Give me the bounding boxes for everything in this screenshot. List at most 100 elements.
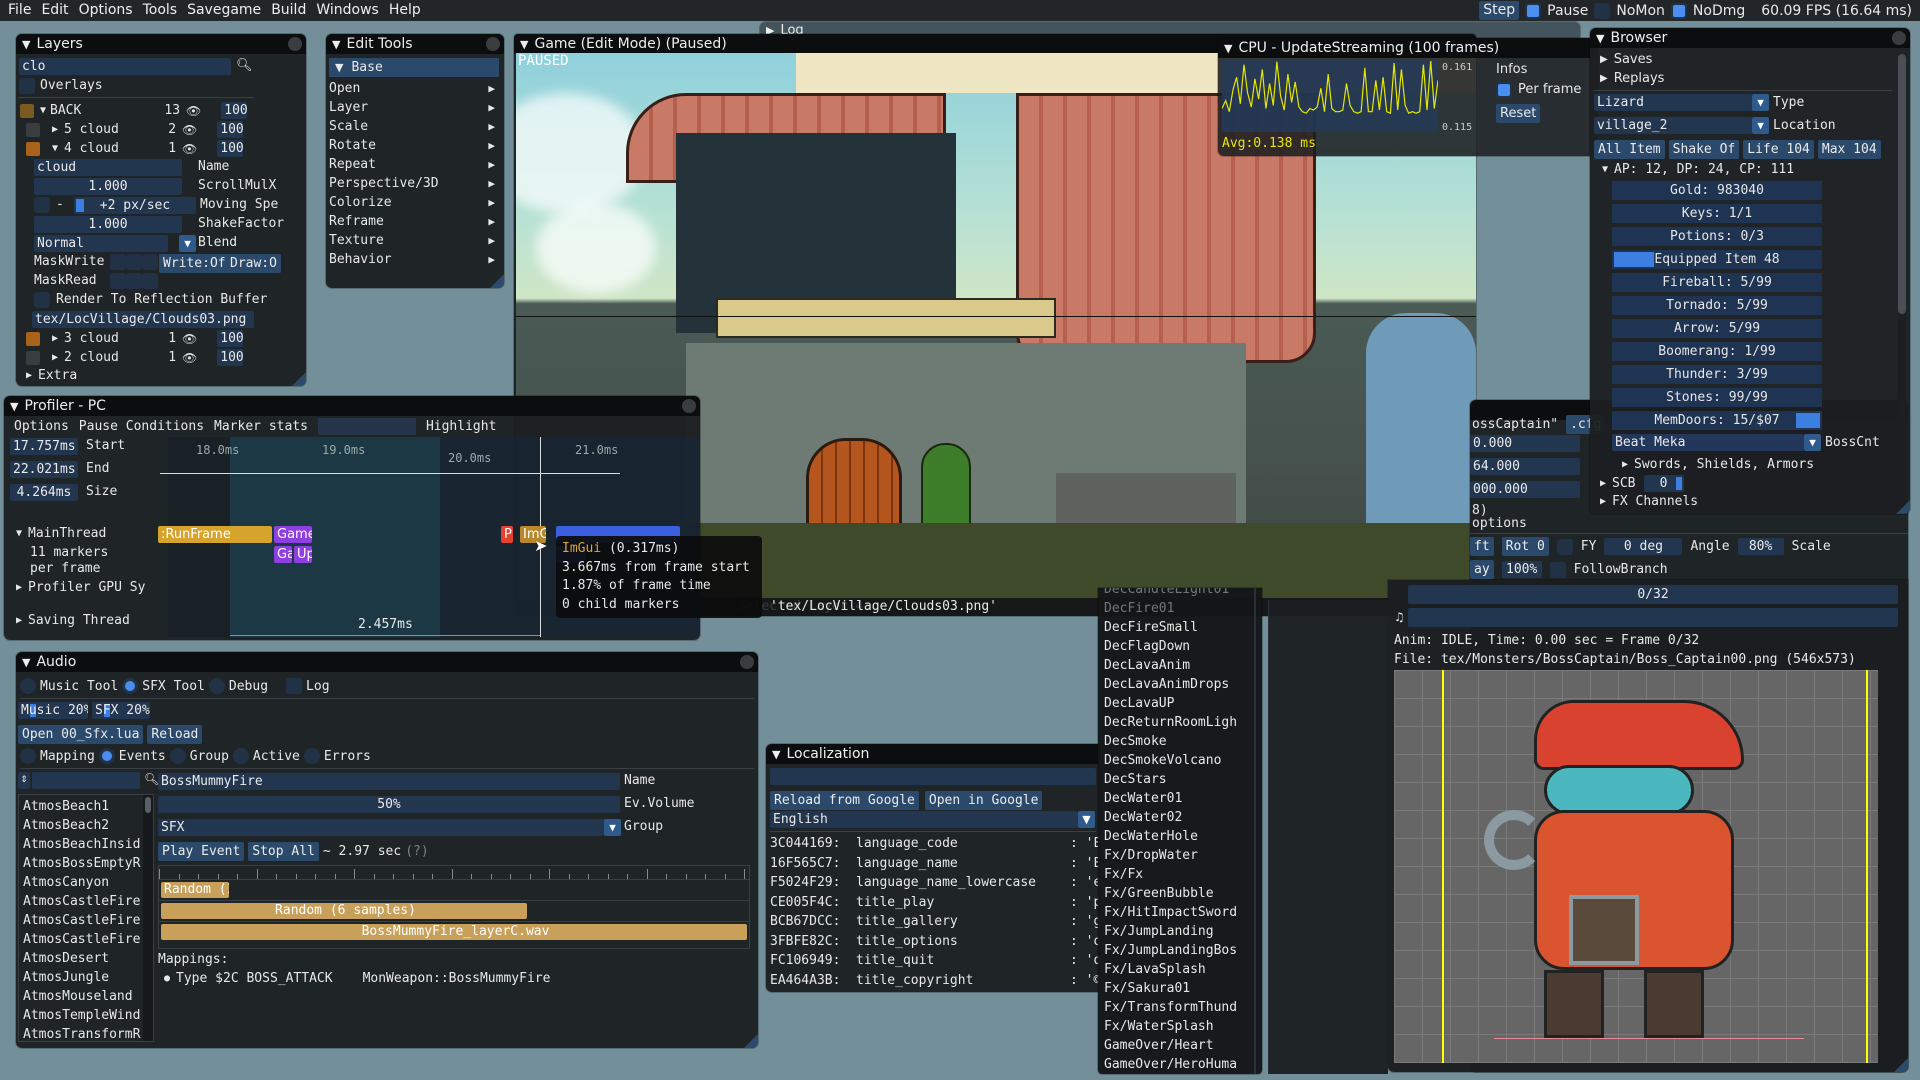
group-dropdown-arrow[interactable]: ▼ — [604, 819, 621, 836]
localization-row[interactable]: 3C044169: language_code: 'E — [770, 834, 1100, 854]
menu-build[interactable]: Build — [266, 0, 311, 21]
close-icon[interactable] — [288, 37, 302, 51]
maskwrite-checkbox-2[interactable] — [126, 254, 142, 270]
close-icon[interactable] — [682, 399, 696, 413]
play-event-button[interactable]: Play Event — [158, 842, 245, 861]
slider-grab[interactable] — [1614, 252, 1654, 267]
type-select[interactable]: Lizard — [1594, 94, 1752, 111]
angle-field[interactable]: 0 deg — [1604, 538, 1683, 555]
resize-grip[interactable] — [744, 1034, 758, 1048]
sfx-tool-radio[interactable] — [122, 678, 139, 694]
type-dropdown-arrow[interactable]: ▼ — [1752, 94, 1769, 111]
moving-speed-field[interactable]: +2 px/sec — [74, 197, 196, 214]
location-select[interactable]: village_2 — [1594, 117, 1752, 134]
fx-channels-node[interactable]: ▶ FX Channels — [1600, 494, 1698, 509]
step-button[interactable]: Step — [1479, 1, 1520, 20]
layer-color-swatch[interactable] — [26, 350, 40, 365]
location-dropdown-arrow[interactable]: ▼ — [1752, 117, 1769, 134]
localization-row[interactable]: F5024F29: language_name_lowercase: 'e — [770, 873, 1100, 893]
event-list-item[interactable]: AtmosTransformRoom — [23, 1025, 141, 1041]
resize-grip[interactable] — [292, 372, 306, 386]
event-list-item[interactable]: AtmosMouseland — [23, 987, 141, 1006]
close-icon[interactable] — [1892, 31, 1906, 45]
sfx-volume-slider[interactable]: SFX 20% — [92, 702, 150, 719]
options-header[interactable]: options — [1472, 516, 1527, 531]
decor-list-item[interactable]: Fx/HitImpactSword — [1104, 903, 1254, 922]
follow-branch-checkbox[interactable] — [1549, 561, 1566, 578]
decor-list-item[interactable]: Fx/Sakura01 — [1104, 979, 1254, 998]
event-list-item[interactable]: AtmosCastleFireOutside — [23, 930, 141, 949]
marker-runframe[interactable]: :RunFrame — [158, 526, 272, 543]
decor-list-item[interactable]: Fx/TransformThund — [1104, 998, 1254, 1017]
frame-slider[interactable]: 0/32 — [1408, 585, 1898, 604]
keys-slider[interactable]: Keys: 1/1 — [1612, 204, 1822, 223]
eye-icon[interactable]: 👁 — [182, 332, 197, 346]
localization-row[interactable]: 3FBFE82C: title_options: 'o — [770, 932, 1100, 952]
localization-row[interactable]: BCB67DCC: title_gallery: 'g — [770, 912, 1100, 932]
timeline-bar-layer-wav[interactable]: BossMummyFire_layerC.wav — [161, 924, 747, 940]
decor-list-item[interactable]: DecStars — [1104, 770, 1254, 789]
layer-row-3-cloud[interactable]: ▶ 3 cloud 1 👁 100 — [26, 330, 244, 347]
event-list-item[interactable]: AtmosCastleFireInside — [23, 892, 141, 911]
main-thread-node[interactable]: ▼ MainThread — [16, 526, 106, 541]
audio-title-bar[interactable]: ▼ Audio — [16, 652, 758, 672]
debug-radio[interactable] — [208, 678, 225, 694]
decor-list-item[interactable]: GameOver/HeroHuma — [1104, 1055, 1254, 1074]
maskwrite-checkbox-1[interactable] — [110, 254, 126, 270]
mapping-radio[interactable] — [20, 748, 36, 764]
localization-row[interactable]: 16F565C7: language_name: 'E — [770, 854, 1100, 874]
play-button[interactable]: ay — [1470, 560, 1494, 579]
marker-gameupdate[interactable]: GameU — [274, 526, 312, 543]
layer-search-input[interactable]: clo — [19, 58, 231, 75]
pause-checkbox[interactable] — [1525, 2, 1542, 19]
event-name-input[interactable]: BossMummyFire — [158, 773, 620, 790]
localization-title-bar[interactable]: ▼ Localization — [766, 744, 1100, 764]
close-icon[interactable] — [740, 655, 754, 669]
layer-opacity-field[interactable]: 100 — [217, 121, 244, 138]
group-select[interactable]: SFX — [158, 819, 604, 836]
group-radio[interactable] — [169, 748, 186, 764]
eye-icon[interactable]: 👁 — [182, 123, 197, 137]
event-timeline[interactable]: Random (1 Random (6 samples) BossMummyFi… — [158, 865, 750, 949]
decor-list-item[interactable]: DecFlagDown — [1104, 637, 1254, 656]
errors-radio[interactable] — [303, 748, 320, 764]
layer-color-swatch[interactable] — [26, 122, 40, 137]
close-icon[interactable] — [486, 37, 500, 51]
boss-select[interactable]: Beat Meka — [1612, 434, 1804, 451]
edit-tools-item[interactable]: Texture ▶ — [329, 231, 499, 250]
search-icon[interactable]: 🔍︎ — [236, 58, 253, 73]
layer-opacity-field[interactable]: 100 — [217, 140, 244, 157]
event-list-item[interactable]: AtmosTempleWind — [23, 1006, 141, 1025]
decor-list-item[interactable]: Fx/JumpLandingBos — [1104, 941, 1254, 960]
timeline-bar-random-1[interactable]: Random (1 — [161, 882, 229, 898]
active-radio[interactable] — [232, 748, 249, 764]
decor-list-item[interactable]: DecLavaAnimDrops — [1104, 675, 1254, 694]
rot-button[interactable]: Rot 0 — [1501, 537, 1549, 556]
menu-help[interactable]: Help — [384, 0, 426, 21]
maskread-checkbox-1[interactable] — [110, 273, 126, 289]
layers-title-bar[interactable]: ▼ Layers — [16, 34, 306, 54]
layer-row-back[interactable]: ▼ BACK 13 👁 100 — [20, 102, 248, 119]
scb-slider[interactable]: 0 — [1643, 475, 1684, 492]
texture-path-field[interactable]: tex/LocVillage/Clouds03.png — [32, 311, 254, 328]
thunder-slider[interactable]: Thunder: 3/99 — [1612, 365, 1822, 384]
nomon-checkbox[interactable] — [1594, 2, 1611, 19]
reload-button[interactable]: Reload — [147, 725, 203, 744]
reload-from-google-button[interactable]: Reload from Google — [770, 791, 919, 810]
eye-icon[interactable]: 👁 — [182, 351, 197, 365]
localization-row[interactable]: FC106949: title_quit: 'q — [770, 951, 1100, 971]
menu-windows[interactable]: Windows — [311, 0, 384, 21]
log-checkbox[interactable] — [286, 678, 303, 694]
music-tool-radio[interactable] — [20, 678, 36, 694]
decor-list-item[interactable]: DecSmoke — [1104, 732, 1254, 751]
event-list-item[interactable]: AtmosDesert — [23, 949, 141, 968]
stats-node[interactable]: ▼ AP: 12, DP: 24, CP: 111 — [1602, 162, 1794, 177]
help-marker[interactable]: (?) — [405, 844, 428, 859]
draw-button[interactable]: Draw:O — [226, 254, 281, 273]
layer-color-swatch[interactable] — [26, 331, 40, 346]
layer-color-swatch[interactable] — [20, 103, 34, 118]
edit-tools-item[interactable]: Reframe ▶ — [329, 212, 499, 231]
anim-name-field[interactable]: ossCaptain" — [1472, 417, 1558, 432]
stop-all-button[interactable]: Stop All — [248, 842, 319, 861]
event-list-item[interactable]: AtmosBeach1 — [23, 797, 141, 816]
